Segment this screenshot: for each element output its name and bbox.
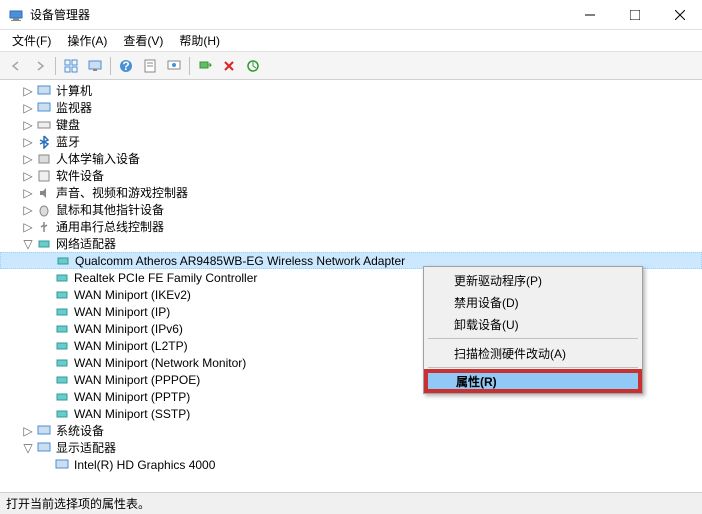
software-icon	[36, 168, 52, 184]
tb-forward	[29, 55, 51, 77]
ctx-uninstall[interactable]: 卸载设备(U)	[426, 313, 640, 335]
tree-sound[interactable]: ▷声音、视频和游戏控制器	[0, 184, 702, 201]
expand-icon[interactable]: ▷	[22, 204, 34, 216]
context-menu: 更新驱动程序(P) 禁用设备(D) 卸载设备(U) 扫描检测硬件改动(A) 属性…	[423, 266, 643, 394]
statusbar: 打开当前选择项的属性表。	[0, 492, 702, 514]
computer-icon	[36, 83, 52, 99]
system-icon	[36, 423, 52, 439]
tb-monitor2[interactable]	[163, 55, 185, 77]
collapse-icon[interactable]: ▽	[22, 442, 34, 454]
keyboard-icon	[36, 117, 52, 133]
hid-icon	[36, 151, 52, 167]
tree-software[interactable]: ▷软件设备	[0, 167, 702, 184]
nic-icon	[55, 253, 71, 269]
nic-icon	[54, 355, 70, 371]
ctx-update-driver[interactable]: 更新驱动程序(P)	[426, 269, 640, 291]
tree-computers[interactable]: ▷计算机	[0, 82, 702, 99]
tree-system[interactable]: ▷系统设备	[0, 422, 702, 439]
network-icon	[36, 236, 52, 252]
display-icon	[54, 457, 70, 473]
expand-icon[interactable]: ▷	[22, 85, 34, 97]
tree-intel-hd[interactable]: ▷Intel(R) HD Graphics 4000	[0, 456, 702, 473]
bluetooth-icon	[36, 134, 52, 150]
menubar: 文件(F) 操作(A) 查看(V) 帮助(H)	[0, 30, 702, 52]
expand-icon[interactable]: ▷	[22, 136, 34, 148]
tb-help[interactable]: ?	[115, 55, 137, 77]
tree-monitors[interactable]: ▷监视器	[0, 99, 702, 116]
expand-icon[interactable]: ▷	[22, 170, 34, 182]
usb-icon	[36, 219, 52, 235]
sound-icon	[36, 185, 52, 201]
tb-scan[interactable]	[194, 55, 216, 77]
expand-icon[interactable]: ▷	[22, 153, 34, 165]
expand-icon[interactable]: ▷	[22, 102, 34, 114]
nic-icon	[54, 304, 70, 320]
expand-icon[interactable]: ▷	[22, 425, 34, 437]
window-controls	[567, 0, 702, 29]
tb-monitor[interactable]	[84, 55, 106, 77]
ctx-disable[interactable]: 禁用设备(D)	[426, 291, 640, 313]
tb-props[interactable]	[139, 55, 161, 77]
maximize-button[interactable]	[612, 0, 657, 30]
tree-keyboards[interactable]: ▷键盘	[0, 116, 702, 133]
nic-icon	[54, 321, 70, 337]
menu-action[interactable]: 操作(A)	[59, 30, 115, 51]
tb-update[interactable]	[242, 55, 264, 77]
tree-network[interactable]: ▽网络适配器	[0, 235, 702, 252]
ctx-separator	[428, 338, 638, 339]
menu-view[interactable]: 查看(V)	[115, 30, 171, 51]
svg-text:?: ?	[122, 59, 129, 73]
app-icon	[8, 7, 24, 23]
monitor-icon	[36, 100, 52, 116]
titlebar: 设备管理器	[0, 0, 702, 30]
tree-usb[interactable]: ▷通用串行总线控制器	[0, 218, 702, 235]
ctx-separator	[428, 367, 638, 368]
tb-grid[interactable]	[60, 55, 82, 77]
menu-file[interactable]: 文件(F)	[4, 30, 59, 51]
tree-mice[interactable]: ▷鼠标和其他指针设备	[0, 201, 702, 218]
toolbar: ?	[0, 52, 702, 80]
display-icon	[36, 440, 52, 456]
mouse-icon	[36, 202, 52, 218]
window-title: 设备管理器	[30, 6, 567, 23]
tree-bluetooth[interactable]: ▷蓝牙	[0, 133, 702, 150]
close-button[interactable]	[657, 0, 702, 30]
nic-icon	[54, 287, 70, 303]
tb-back	[5, 55, 27, 77]
nic-icon	[54, 389, 70, 405]
tree-hid[interactable]: ▷人体学输入设备	[0, 150, 702, 167]
tb-remove[interactable]	[218, 55, 240, 77]
nic-icon	[54, 372, 70, 388]
collapse-icon[interactable]: ▽	[22, 238, 34, 250]
minimize-button[interactable]	[567, 0, 612, 30]
nic-icon	[54, 338, 70, 354]
expand-icon[interactable]: ▷	[22, 119, 34, 131]
ctx-properties[interactable]: 属性(R)	[425, 370, 641, 392]
menu-help[interactable]: 帮助(H)	[171, 30, 228, 51]
expand-icon[interactable]: ▷	[22, 221, 34, 233]
nic-icon	[54, 406, 70, 422]
nic-icon	[54, 270, 70, 286]
expand-icon[interactable]: ▷	[22, 187, 34, 199]
status-text: 打开当前选择项的属性表。	[6, 495, 150, 512]
tree-display[interactable]: ▽显示适配器	[0, 439, 702, 456]
ctx-scan[interactable]: 扫描检测硬件改动(A)	[426, 342, 640, 364]
tree-net-sstp[interactable]: ▷WAN Miniport (SSTP)	[0, 405, 702, 422]
